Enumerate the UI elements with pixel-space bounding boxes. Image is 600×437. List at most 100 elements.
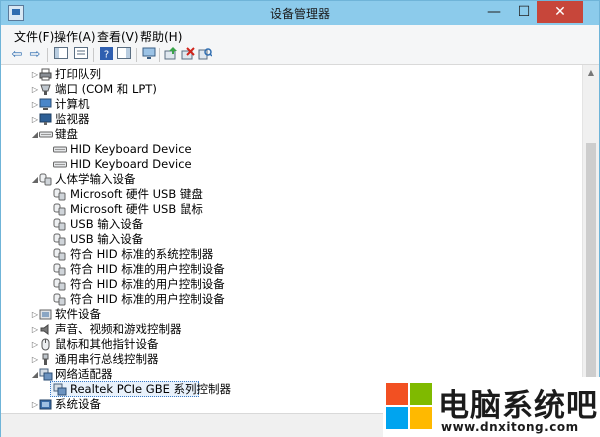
tree-item[interactable]: Microsoft 硬件 USB 鼠标 (1, 202, 561, 217)
title-bar[interactable]: 设备管理器 — ☐ ✕ (1, 1, 599, 25)
keyboard-icon (39, 128, 53, 141)
tree-item[interactable]: USB 输入设备 (1, 217, 561, 232)
tree-item[interactable]: HID Keyboard Device (1, 142, 561, 157)
watermark-logo: 电脑系统吧 www.dnxitong.com (383, 377, 600, 437)
device-tree: ▷ 打印队列 ▷ 端口 (COM 和 LPT) ▷ 计算机 ▷ 监视器 ◢ 键盘 HID Keybo… (1, 65, 582, 413)
tree-item[interactable]: 符合 HID 标准的用户控制设备 (1, 292, 561, 307)
hid-icon (53, 263, 66, 276)
hid-icon (53, 203, 66, 216)
tree-item-label: 系统设备 (55, 397, 101, 411)
minimize-button[interactable]: — (479, 1, 509, 23)
menu-action[interactable]: 操作(A) (54, 28, 96, 45)
hid-icon (53, 218, 66, 231)
windows-logo-icon (386, 383, 432, 429)
device-manager-window: 设备管理器 — ☐ ✕ 文件(F) 操作(A) 查看(V) 帮助(H) ⇦ ⇨ … (0, 0, 600, 437)
tree-item-label: 声音、视频和游戏控制器 (55, 322, 182, 336)
tree-item-label: HID Keyboard Device (70, 157, 192, 171)
scrollbar-thumb[interactable] (586, 143, 596, 405)
hid-icon (53, 293, 66, 306)
computer-icon[interactable] (141, 47, 157, 63)
tree-item[interactable]: ◢ 键盘 (1, 127, 561, 142)
tree-item-label: 人体学输入设备 (55, 172, 136, 186)
tree-item-label: 计算机 (55, 97, 90, 111)
tree-item[interactable]: USB 输入设备 (1, 232, 561, 247)
network-icon (39, 368, 53, 381)
software-device-icon (39, 308, 52, 321)
maximize-button[interactable]: ☐ (509, 1, 539, 23)
watermark-url: www.dnxitong.com (441, 420, 579, 434)
computer-icon (39, 98, 52, 111)
hid-icon (53, 233, 66, 246)
tree-item[interactable]: ▷ 通用串行总线控制器 (1, 352, 561, 367)
back-icon[interactable]: ⇦ (9, 47, 25, 63)
menu-help[interactable]: 帮助(H) (140, 28, 182, 45)
forward-icon[interactable]: ⇨ (27, 47, 43, 63)
svg-text:?: ? (103, 50, 108, 61)
tree-item-label: Microsoft 硬件 USB 键盘 (70, 187, 203, 201)
tree-item-label: 软件设备 (55, 307, 101, 321)
tree-item-label: Microsoft 硬件 USB 鼠标 (70, 202, 203, 216)
tree-item-label: Realtek PCIe GBE 系列控制器 (70, 382, 231, 396)
hid-icon (53, 278, 66, 291)
tree-item-label: 网络适配器 (55, 367, 113, 381)
tree-item[interactable]: ▷ 鼠标和其他指针设备 (1, 337, 561, 352)
tree-item-label: 鼠标和其他指针设备 (55, 337, 159, 351)
tree-item-label: 符合 HID 标准的用户控制设备 (70, 277, 225, 291)
close-button[interactable]: ✕ (537, 1, 583, 23)
tree-item[interactable]: ▷ 监视器 (1, 112, 561, 127)
menu-file[interactable]: 文件(F) (14, 28, 54, 45)
update-driver-icon[interactable] (163, 47, 179, 63)
tree-item-label: 通用串行总线控制器 (55, 352, 159, 366)
menu-view[interactable]: 查看(V) (97, 28, 139, 45)
tree-item[interactable]: ▷ 计算机 (1, 97, 561, 112)
mouse-icon (39, 338, 52, 351)
toolbar-separator (47, 48, 48, 62)
tree-item[interactable]: 符合 HID 标准的用户控制设备 (1, 277, 561, 292)
network-icon (53, 383, 67, 396)
tree-item[interactable]: Microsoft 硬件 USB 键盘 (1, 187, 561, 202)
tree-item[interactable]: HID Keyboard Device (1, 157, 561, 172)
tree-item[interactable]: ▷ 端口 (COM 和 LPT) (1, 82, 561, 97)
tree-item-label: 符合 HID 标准的用户控制设备 (70, 262, 225, 276)
port-icon (39, 83, 52, 96)
usb-icon (39, 353, 52, 366)
help-icon[interactable]: ? (98, 47, 114, 63)
tree-item[interactable]: 符合 HID 标准的系统控制器 (1, 247, 561, 262)
watermark-text: 电脑系统吧 (438, 388, 598, 424)
hid-icon (39, 173, 52, 186)
printer-icon (39, 68, 52, 81)
properties-icon[interactable] (73, 47, 89, 63)
tree-item-label: 监视器 (55, 112, 90, 126)
toolbar-separator (159, 48, 160, 62)
show-action-pane-icon[interactable] (116, 47, 132, 63)
keyboard-icon (53, 158, 67, 171)
menu-bar: 文件(F) 操作(A) 查看(V) 帮助(H) (1, 25, 599, 45)
monitor-icon (39, 113, 52, 126)
tree-item-label: 符合 HID 标准的系统控制器 (70, 247, 214, 261)
tree-item-label: 键盘 (55, 127, 78, 141)
tree-item[interactable]: ▷ 声音、视频和游戏控制器 (1, 322, 561, 337)
show-hide-console-tree-icon[interactable] (53, 47, 69, 63)
tree-item[interactable]: ▷ 软件设备 (1, 307, 561, 322)
tree-item-label: 打印队列 (55, 67, 101, 81)
tree-item[interactable]: ▷ 打印队列 (1, 67, 561, 82)
keyboard-icon (53, 143, 67, 156)
tree-item-label: 符合 HID 标准的用户控制设备 (70, 292, 225, 306)
tree-item-label: USB 输入设备 (70, 217, 144, 231)
hid-icon (53, 188, 66, 201)
toolbar-separator (136, 48, 137, 62)
vertical-scrollbar[interactable]: ▲ (582, 65, 599, 413)
toolbar-separator (93, 48, 94, 62)
tree-item-label: 端口 (COM 和 LPT) (55, 82, 157, 96)
speaker-icon (39, 323, 52, 336)
toolbar: ⇦ ⇨ ? (1, 45, 599, 65)
tree-item-label: USB 输入设备 (70, 232, 144, 246)
scroll-up-arrow-icon[interactable]: ▲ (583, 65, 599, 81)
tree-item[interactable]: 符合 HID 标准的用户控制设备 (1, 262, 561, 277)
uninstall-icon[interactable] (180, 47, 196, 63)
system-device-icon (39, 398, 52, 411)
tree-item-label: HID Keyboard Device (70, 142, 192, 156)
tree-item[interactable]: ◢ 人体学输入设备 (1, 172, 561, 187)
scan-hardware-icon[interactable] (197, 47, 213, 63)
hid-icon (53, 248, 66, 261)
